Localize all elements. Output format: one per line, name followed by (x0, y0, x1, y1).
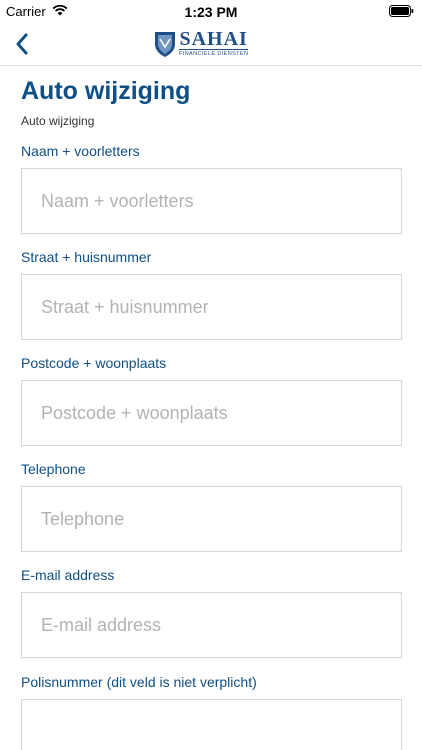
logo-subtitle: FINANCIELE DIENSTEN (179, 49, 249, 57)
name-input[interactable] (21, 168, 402, 234)
status-time: 1:23 PM (184, 4, 238, 20)
sahai-logo: SAHAI FINANCIELE DIENSTEN (154, 28, 249, 60)
form-field-telephone: Telephone (21, 461, 402, 552)
back-button[interactable] (8, 30, 36, 58)
logo-name: SAHAI (179, 28, 248, 50)
form-field-street: Straat + huisnummer (21, 249, 402, 340)
form-field-email: E-mail address (21, 567, 402, 658)
page-title: Auto wijziging (21, 77, 191, 105)
battery-icon (389, 5, 414, 17)
field-label: E-mail address (21, 567, 115, 583)
postcode-input[interactable] (21, 380, 402, 446)
shield-icon (155, 32, 175, 57)
form-field-name: Naam + voorletters (21, 143, 402, 234)
field-label: Telephone (21, 461, 86, 477)
email-input[interactable] (21, 592, 402, 658)
field-label: Naam + voorletters (21, 143, 140, 159)
page-header: Auto wijziging Auto wijziging (21, 66, 402, 128)
field-label: Postcode + woonplaats (21, 355, 167, 371)
logo-wordmark: SAHAI FINANCIELE DIENSTEN (179, 28, 249, 58)
status-bar: Carrier 1:23 PM (0, 0, 422, 22)
chevron-left-icon (16, 33, 28, 55)
field-label: Straat + huisnummer (21, 249, 152, 265)
navigation-bar: SAHAI FINANCIELE DIENSTEN (0, 22, 422, 66)
page-subtitle: Auto wijziging (21, 114, 95, 128)
street-input[interactable] (21, 274, 402, 340)
field-label: Polisnummer (dit veld is niet verplicht) (21, 674, 257, 690)
telephone-input[interactable] (21, 486, 402, 552)
policy-number-input[interactable] (21, 699, 402, 750)
form-field-policy-number: Polisnummer (dit veld is niet verplicht) (21, 674, 402, 750)
form-field-postcode: Postcode + woonplaats (21, 355, 402, 446)
